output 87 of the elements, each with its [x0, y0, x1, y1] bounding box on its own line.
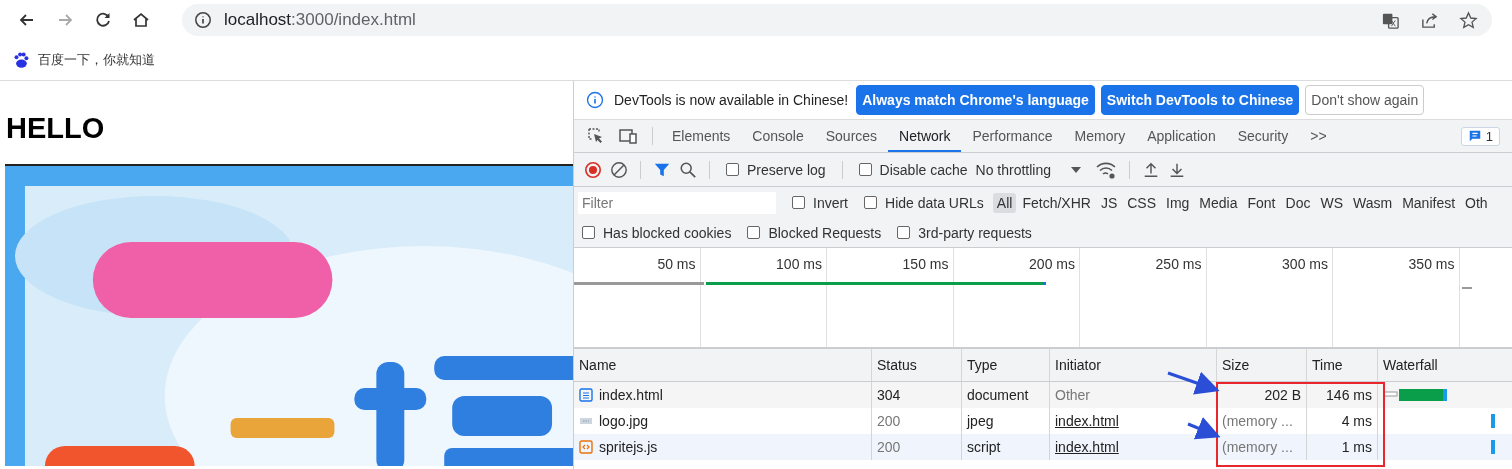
column-header[interactable]: Type: [962, 349, 1050, 381]
type-filter[interactable]: Fetch/XHR: [1018, 192, 1095, 213]
issues-badge[interactable]: 1: [1460, 126, 1500, 146]
time-tick: 150 ms: [902, 256, 949, 272]
infobar-button[interactable]: Always match Chrome's language: [856, 85, 1095, 115]
time-tick: 200 ms: [1029, 256, 1075, 272]
type-filter[interactable]: Manifest: [1398, 192, 1460, 213]
search-icon[interactable]: [679, 160, 697, 179]
column-header[interactable]: Time: [1307, 349, 1378, 381]
type-cell: script: [962, 434, 1050, 460]
checkbox[interactable]: [897, 226, 911, 239]
type-filter[interactable]: WS: [1316, 192, 1347, 213]
document-icon: [579, 388, 593, 402]
type-filter[interactable]: Doc: [1281, 192, 1315, 213]
device-toolbar-icon[interactable]: [618, 126, 638, 146]
size-cell: (memory ...: [1217, 434, 1307, 460]
infobar-button[interactable]: Don't show again: [1305, 85, 1425, 115]
record-icon[interactable]: [584, 160, 602, 179]
throttling-dropdown[interactable]: No throttling: [975, 161, 1091, 178]
checkbox-label: Disable cache: [879, 161, 968, 178]
arrow: [1187, 417, 1221, 440]
panel-tab[interactable]: Security: [1226, 120, 1300, 152]
panel-tab[interactable]: Console: [741, 120, 815, 152]
arrow: [1167, 371, 1220, 395]
paw-icon: [12, 51, 30, 69]
checkbox-label: Blocked Requests: [768, 224, 882, 241]
home-icon[interactable]: [131, 10, 151, 30]
panel-tab[interactable]: Elements: [661, 120, 742, 152]
type-filter[interactable]: Oth: [1461, 192, 1492, 213]
caret-icon: [1071, 166, 1081, 173]
column-header[interactable]: Waterfall: [1378, 349, 1512, 381]
checkbox[interactable]: [582, 226, 595, 239]
type-filter[interactable]: Font: [1243, 192, 1280, 213]
time-tick: 300 ms: [1282, 256, 1328, 272]
column-header[interactable]: Size: [1217, 349, 1307, 381]
address-bar[interactable]: localhost:3000/index.html: [182, 4, 1492, 36]
page-heading: HELLO: [6, 111, 106, 146]
checkbox[interactable]: [864, 196, 877, 209]
checkbox-label: Preserve log: [747, 161, 826, 178]
type-filter[interactable]: Img: [1162, 192, 1194, 213]
checkbox[interactable]: [792, 196, 805, 209]
upload-icon[interactable]: [1142, 160, 1160, 179]
info-message: DevTools is now available in Chinese!: [614, 92, 849, 108]
type-filter[interactable]: All: [992, 192, 1017, 213]
waterfall-bar: [1491, 440, 1495, 454]
panel-tab[interactable]: Memory: [1063, 120, 1137, 152]
info-icon: [586, 91, 604, 109]
waterfall-bar: [1491, 414, 1495, 428]
status-cell: 200: [872, 434, 962, 460]
request-name[interactable]: index.html: [599, 387, 663, 403]
panel-tab[interactable]: Performance: [961, 120, 1064, 152]
time-tick: 350 ms: [1408, 256, 1455, 272]
checkbox-label: Invert: [813, 194, 848, 211]
type-filter[interactable]: Media: [1195, 192, 1242, 213]
time-tick: 250 ms: [1155, 256, 1202, 272]
initiator-link[interactable]: index.html: [1055, 439, 1119, 455]
checkbox[interactable]: [858, 163, 872, 176]
column-header[interactable]: Name: [574, 349, 872, 381]
request-name[interactable]: logo.jpg: [599, 413, 649, 429]
star-icon[interactable]: [1459, 10, 1478, 30]
initiator-cell: Other: [1055, 387, 1090, 403]
type-filter[interactable]: Wasm: [1349, 192, 1397, 213]
column-header[interactable]: Status: [872, 349, 962, 381]
script-icon: [579, 440, 593, 454]
checkbox-label: Hide data URLs: [885, 194, 984, 211]
checkbox-label: 3rd-party requests: [918, 224, 1032, 241]
column-header[interactable]: Initiator: [1050, 349, 1217, 381]
clear-icon[interactable]: [610, 160, 628, 179]
time-cell: 1 ms: [1307, 434, 1378, 460]
checkbox[interactable]: [747, 226, 761, 239]
message-icon: [1467, 129, 1482, 143]
type-filter[interactable]: CSS: [1123, 192, 1160, 213]
infobar-button[interactable]: Switch DevTools to Chinese: [1100, 85, 1300, 115]
checkbox-label: Has blocked cookies: [603, 224, 732, 241]
info-icon[interactable]: [194, 11, 212, 29]
bookmark[interactable]: 百度一下，你就知道: [12, 51, 155, 69]
type-filter[interactable]: JS: [1096, 192, 1122, 213]
time-tick: 50 ms: [657, 256, 696, 272]
more-tabs[interactable]: >>: [1299, 120, 1338, 152]
panel-tab[interactable]: Sources: [814, 120, 889, 152]
filter-field[interactable]: Filter: [578, 191, 776, 214]
panel-tab[interactable]: Application: [1136, 120, 1227, 152]
initiator-link[interactable]: index.html: [1055, 413, 1119, 429]
time-tick: 100 ms: [776, 256, 822, 272]
reload-icon[interactable]: [93, 10, 113, 30]
request-name[interactable]: spritejs.js: [599, 439, 658, 455]
checkbox[interactable]: [726, 163, 739, 176]
